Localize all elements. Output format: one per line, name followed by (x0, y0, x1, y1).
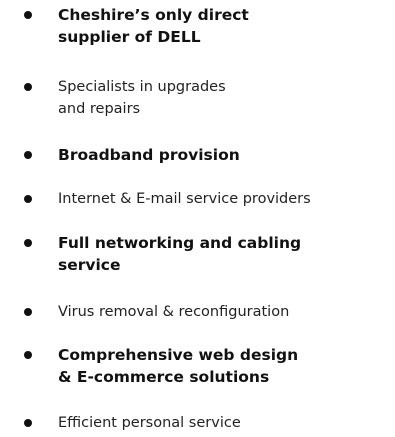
bullet-icon (24, 151, 32, 159)
bullet-icon (24, 83, 32, 91)
list-item-line: and repairs (58, 101, 141, 117)
list-item-text: Internet & E-mail service providers (58, 188, 393, 210)
list-item-line: Internet & E-mail service providers (58, 191, 311, 207)
list-item-line: Virus removal & reconfiguration (58, 304, 290, 320)
list-item-line: Specialists in upgrades (58, 79, 226, 95)
list-item-text: Full networking and cabling service (58, 232, 393, 276)
bullet-icon (24, 239, 32, 247)
list-item-line: Full networking and cabling (58, 234, 302, 252)
services-list: Cheshire’s only direct supplier of DELL … (0, 0, 395, 437)
list-item-text: Specialists in upgrades and repairs (58, 76, 393, 120)
list-item-text: Efficient personal service (58, 412, 393, 434)
bullet-icon (24, 419, 32, 427)
bullet-icon (24, 195, 32, 203)
bullet-icon (24, 308, 32, 316)
bullet-icon (24, 11, 32, 19)
bullet-icon (24, 351, 32, 359)
list-item-text: Comprehensive web design & E-commerce so… (58, 344, 393, 388)
list-item-line: Broadband provision (58, 146, 240, 164)
list-item-line: service (58, 256, 121, 274)
list-item-line: supplier of DELL (58, 28, 201, 46)
list-item-text: Cheshire’s only direct supplier of DELL (58, 4, 393, 48)
list-item-line: Efficient personal service (58, 415, 241, 431)
list-item-text: Virus removal & reconfiguration (58, 301, 393, 323)
list-item-line: Cheshire’s only direct (58, 6, 249, 24)
list-item-line: Comprehensive web design (58, 346, 299, 364)
list-item-line: & E-commerce solutions (58, 368, 270, 386)
list-item-text: Broadband provision (58, 144, 393, 166)
